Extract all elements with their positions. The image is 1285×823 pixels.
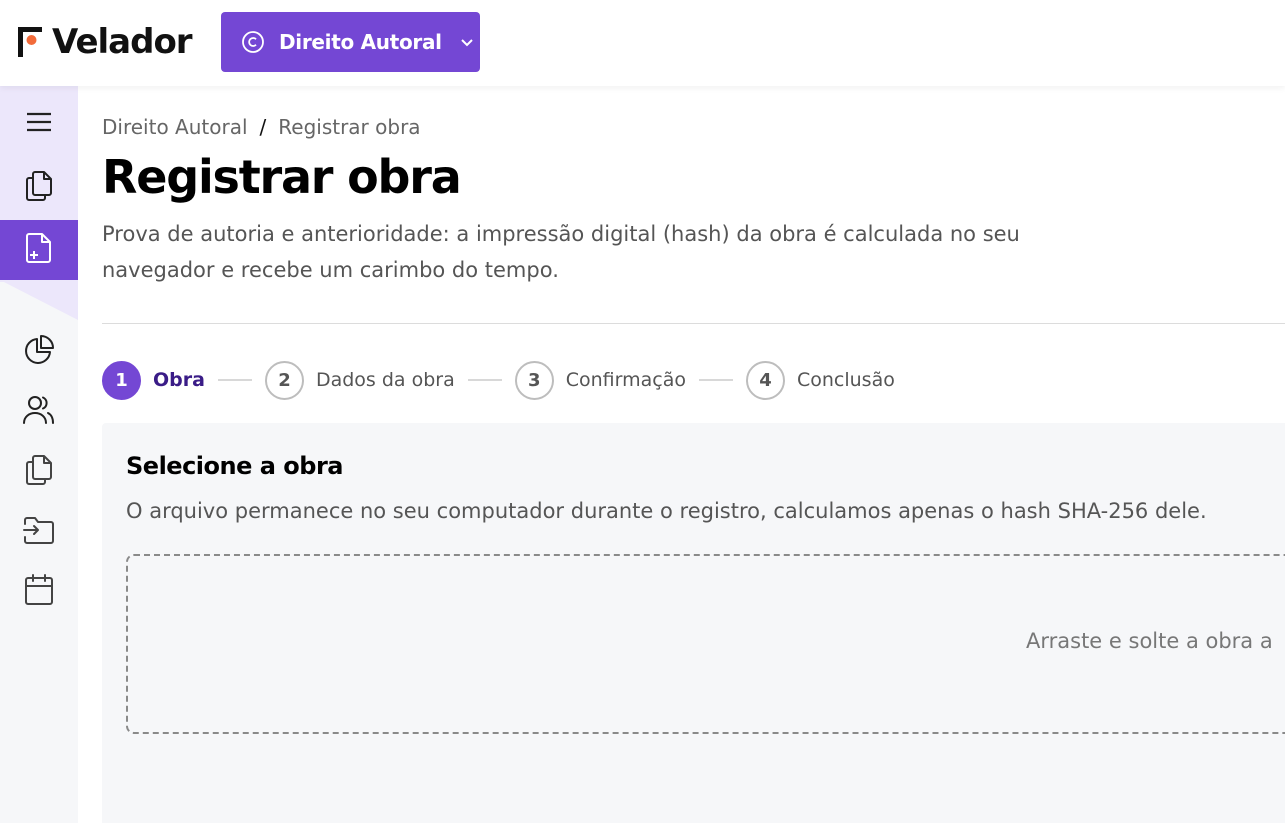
dropzone-text: Arraste e solte a obra a — [1026, 629, 1273, 653]
sidebar — [0, 86, 78, 823]
hamburger-icon — [25, 108, 53, 141]
file-plus-icon — [25, 232, 53, 269]
step-4-number: 4 — [745, 360, 785, 400]
step-1-number: 1 — [102, 360, 141, 400]
copyright-icon — [241, 30, 265, 54]
breadcrumb-separator: / — [259, 115, 267, 139]
context-switcher-button[interactable]: Direito Autoral — [221, 12, 480, 72]
calendar-icon — [23, 573, 55, 612]
step-connector — [217, 379, 252, 381]
select-work-card: Selecione a obra O arquivo permanece no … — [102, 423, 1285, 823]
copy-files-icon — [24, 454, 54, 491]
step-3-label: Confirmação — [565, 369, 686, 391]
file-dropzone[interactable]: Arraste e solte a obra a — [126, 554, 1285, 734]
step-2-number: 2 — [264, 360, 304, 400]
breadcrumb-link-parent[interactable]: Direito Autoral — [102, 115, 248, 139]
top-bar: Velador Direito Autoral — [0, 0, 1285, 86]
app-name: Velador — [52, 22, 193, 62]
velador-logo-icon — [18, 27, 44, 57]
step-1-label: Obra — [153, 369, 205, 391]
card-title: Selecione a obra — [126, 452, 343, 480]
step-4-label: Conclusão — [796, 369, 895, 391]
step-connector — [698, 379, 733, 381]
copy-documents-icon — [24, 170, 54, 207]
sidebar-fold-decoration — [0, 280, 78, 320]
breadcrumb: Direito Autoral / Registrar obra — [102, 115, 421, 139]
page-title: Registrar obra — [102, 150, 462, 204]
sidebar-item-calendar[interactable] — [0, 562, 78, 622]
card-description: O arquivo permanece no seu computador du… — [126, 499, 1207, 523]
main-content: Direito Autoral / Registrar obra Registrar… — [102, 86, 1285, 823]
sidebar-item-menu[interactable] — [0, 94, 78, 154]
sidebar-item-documents[interactable] — [0, 158, 78, 218]
page-description: Prova de autoria e anterioridade: a impr… — [102, 222, 1020, 282]
breadcrumb-current: Registrar obra — [278, 115, 421, 139]
sidebar-item-reports[interactable] — [0, 322, 78, 382]
users-icon — [22, 394, 56, 431]
chevron-down-icon — [458, 33, 476, 51]
step-2-label: Dados da obra — [315, 369, 455, 391]
context-switcher-label: Direito Autoral — [279, 30, 442, 54]
step-connector — [467, 379, 502, 381]
sidebar-item-files[interactable] — [0, 442, 78, 502]
sidebar-item-users[interactable] — [0, 382, 78, 442]
app-logo[interactable]: Velador — [18, 22, 193, 62]
stepper: 1 Obra 2 Dados da obra 3 Confirmação 4 C… — [102, 360, 895, 400]
sidebar-item-register-work[interactable] — [0, 220, 78, 280]
divider — [102, 323, 1285, 324]
step-3-number: 3 — [514, 360, 554, 400]
sidebar-item-import[interactable] — [0, 502, 78, 562]
pie-chart-icon — [23, 334, 55, 371]
folder-import-icon — [22, 515, 56, 550]
